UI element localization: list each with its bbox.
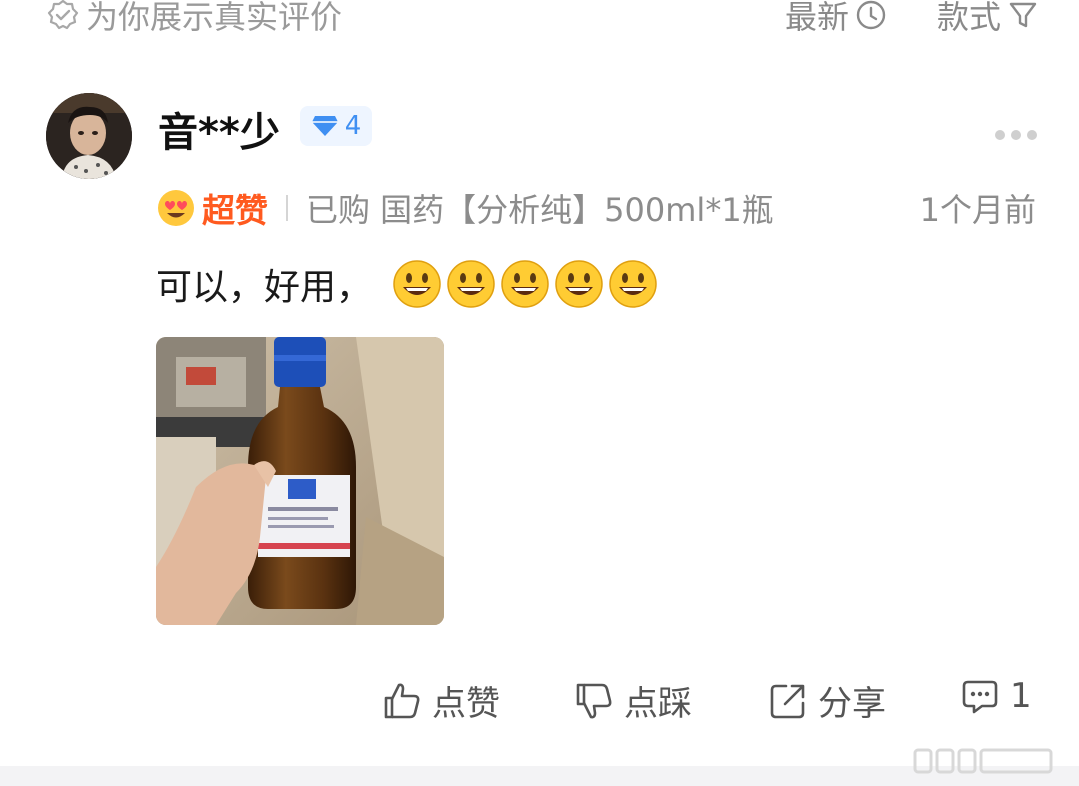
- rating-label: 超赞: [202, 191, 268, 230]
- comment-count: 1: [1010, 676, 1032, 716]
- sort-latest-label: 最新: [784, 0, 849, 36]
- review-content: 可以，好用，: [156, 258, 662, 310]
- review-text: 可以，好用，: [156, 267, 373, 308]
- funnel-icon: [1009, 2, 1037, 28]
- verified-reviews-label: 为你展示真实评价: [86, 0, 343, 36]
- more-options-icon[interactable]: [993, 126, 1039, 144]
- smile-emoji-icon: [501, 260, 549, 308]
- review-meta-row: 超赞 已购 国药【分析纯】500ml*1瓶 1个月前: [156, 186, 1036, 230]
- dislike-label: 点踩: [624, 684, 692, 724]
- thumbs-down-icon: [576, 683, 612, 718]
- thumbs-up-icon: [384, 683, 420, 718]
- comment-bubble-icon: [962, 680, 998, 714]
- meta-divider: [286, 195, 288, 221]
- reviewer-username[interactable]: 音**少: [158, 100, 280, 158]
- review-action-bar: 点赞 点踩 分享 1: [0, 676, 1079, 732]
- smile-emoji-icon: [447, 260, 495, 308]
- watermark-logo: [913, 748, 1053, 774]
- share-icon: [770, 684, 805, 718]
- verified-reviews-title: 为你展示真实评价: [46, 0, 342, 38]
- smile-emoji-list: [392, 259, 662, 309]
- share-button[interactable]: 分享: [768, 676, 886, 725]
- clock-icon: [856, 0, 886, 30]
- style-filter-label: 款式: [936, 0, 1001, 36]
- member-level-number: 4: [344, 111, 362, 141]
- like-button[interactable]: 点赞: [382, 676, 500, 725]
- smile-emoji-icon: [555, 260, 603, 308]
- comment-button[interactable]: 1: [960, 676, 1032, 716]
- smile-emoji-icon: [609, 260, 657, 308]
- reagent-bottle-photo: [156, 337, 444, 625]
- like-label: 点赞: [432, 684, 500, 724]
- heart-eyes-emoji-icon: [158, 190, 194, 226]
- purchased-spec: 已购 国药【分析纯】500ml*1瓶: [306, 191, 774, 229]
- avatar-photo: [46, 93, 132, 179]
- verified-badge-icon: [47, 0, 79, 30]
- sort-latest-button[interactable]: 最新: [785, 0, 887, 38]
- smile-emoji-icon: [393, 260, 441, 308]
- share-label: 分享: [818, 684, 886, 724]
- member-level-badge: 4: [300, 106, 372, 146]
- review-time: 1个月前: [919, 191, 1036, 229]
- user-avatar[interactable]: [46, 93, 132, 179]
- review-photo[interactable]: [156, 337, 444, 625]
- style-filter-button[interactable]: 款式: [937, 0, 1039, 38]
- review-screen: 为你展示真实评价 最新 款式 音**少 4 超赞 已购 国药【分析纯】500ml…: [0, 0, 1079, 786]
- review-filter-bar: 为你展示真实评价 最新 款式: [0, 0, 1079, 40]
- diamond-icon: [311, 116, 338, 136]
- dislike-button[interactable]: 点踩: [574, 676, 692, 725]
